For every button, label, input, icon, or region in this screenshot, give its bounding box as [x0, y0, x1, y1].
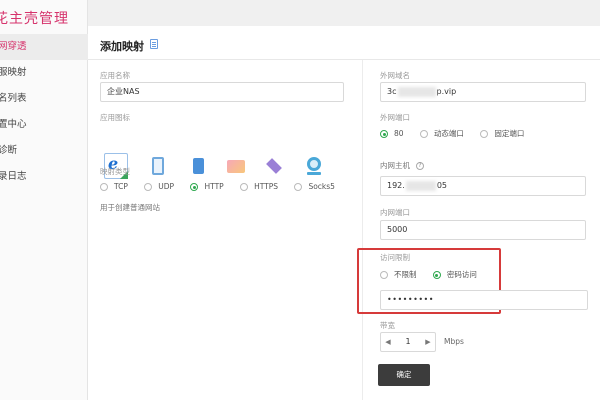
app-name-label: 应用名称	[100, 71, 130, 80]
host-suffix: 05	[436, 181, 447, 190]
radio-icon	[144, 183, 153, 191]
domain-label: 外网域名	[380, 71, 410, 80]
port-label: 固定端口	[494, 129, 525, 138]
app-icon-label: 应用图标	[100, 113, 130, 122]
decrement-button[interactable]: ◀	[381, 333, 395, 351]
help-icon[interactable]: ?	[416, 162, 424, 170]
radio-icon	[240, 183, 249, 191]
mapping-type-hint: 用于创建普通网站	[100, 203, 160, 212]
sidebar-item-label: 录日志	[0, 171, 27, 182]
inner-host-input[interactable]: 192. 05	[380, 176, 586, 196]
sidebar-item-settings[interactable]: 置中心	[0, 112, 88, 138]
sidebar-item-penetration[interactable]: 网穿透	[0, 34, 88, 60]
app-name-input[interactable]: 企业NAS	[100, 82, 344, 102]
type-label: HTTP	[204, 182, 224, 191]
port-label: 动态端口	[433, 129, 464, 138]
domain-suffix: p.vip	[436, 87, 457, 96]
external-port-label: 外网端口	[380, 113, 410, 122]
mapping-type-label: 映射类型	[100, 167, 130, 176]
port-option-dynamic[interactable]: 动态端口	[419, 128, 464, 139]
domain-input[interactable]: 3c p.vip	[380, 82, 586, 102]
page-title: 添加映射	[100, 40, 144, 53]
sidebar-nav: 网穿透 服映射 名列表 置中心 诊断 录日志	[0, 34, 88, 190]
external-port-group: 80 动态端口 固定端口	[380, 128, 538, 139]
sidebar: 花主壳管理 网穿透 服映射 名列表 置中心 诊断 录日志	[0, 0, 88, 400]
layers-icon[interactable]	[264, 155, 284, 177]
brand-title: 花主壳管理	[0, 11, 69, 27]
type-option-tcp[interactable]: TCP	[100, 182, 128, 191]
port-option-fixed[interactable]: 固定端口	[480, 128, 524, 139]
camera-icon[interactable]	[304, 155, 324, 177]
access-label: 密码访问	[446, 270, 477, 279]
type-option-udp[interactable]: UDP	[144, 182, 174, 191]
port-option-80[interactable]: 80	[380, 129, 404, 138]
confirm-button[interactable]: 确定	[378, 364, 430, 386]
card-header: 添加映射	[88, 26, 600, 60]
domain-prefix: 3c	[387, 87, 397, 96]
access-limit-group: 不限制 密码访问	[380, 269, 491, 280]
sidebar-item-label: 网穿透	[0, 41, 27, 52]
sidebar-item-label: 名列表	[0, 93, 27, 104]
inner-host-label: 内网主机?	[380, 160, 424, 171]
access-limit-label: 访问限制	[380, 253, 410, 262]
redacted-text	[397, 86, 436, 97]
radio-icon	[419, 130, 428, 138]
bandwidth-label: 带宽	[380, 321, 395, 330]
phone-icon[interactable]	[188, 155, 208, 177]
inner-host-label-text: 内网主机	[380, 161, 410, 170]
increment-button[interactable]: ▶	[421, 333, 435, 351]
sidebar-item-label: 服映射	[0, 67, 27, 78]
type-label: TCP	[114, 182, 128, 191]
access-option-password[interactable]: 密码访问	[432, 269, 477, 280]
column-divider	[362, 60, 363, 400]
radio-checked-icon	[380, 130, 388, 138]
bandwidth-stepper: ◀ 1 ▶	[380, 332, 436, 352]
radio-icon	[294, 183, 303, 191]
type-option-https[interactable]: HTTPS	[240, 182, 278, 191]
sidebar-item-domain-list[interactable]: 名列表	[0, 86, 88, 112]
bandwidth-value[interactable]: 1	[395, 333, 421, 351]
film-icon[interactable]	[226, 155, 246, 177]
inner-port-label: 内网端口	[380, 208, 410, 217]
type-option-socks5[interactable]: Socks5	[294, 182, 335, 191]
type-option-http[interactable]: HTTP	[190, 182, 224, 191]
sidebar-item-label: 诊断	[0, 145, 18, 156]
add-mapping-card: 添加映射 应用名称 企业NAS 应用图标 e 映射类型 TCP UDP HTTP…	[88, 26, 600, 400]
bandwidth-unit: Mbps	[444, 337, 464, 346]
access-option-unlimited[interactable]: 不限制	[380, 269, 417, 280]
access-label: 不限制	[394, 270, 417, 279]
inner-port-input[interactable]: 5000	[380, 220, 586, 240]
host-prefix: 192.	[387, 181, 405, 190]
sidebar-item-label: 置中心	[0, 119, 27, 130]
sidebar-item-mapping[interactable]: 服映射	[0, 60, 88, 86]
radio-icon	[380, 271, 388, 279]
port-label: 80	[394, 129, 404, 138]
radio-checked-icon	[190, 183, 199, 191]
radio-checked-icon	[432, 271, 441, 279]
password-input[interactable]: •••••••••	[380, 290, 588, 310]
type-label: HTTPS	[254, 182, 279, 191]
type-label: UDP	[158, 182, 175, 191]
tablet-icon[interactable]	[148, 155, 168, 177]
sidebar-item-logs[interactable]: 录日志	[0, 164, 88, 190]
document-icon[interactable]	[150, 39, 158, 49]
type-label: Socks5	[308, 182, 335, 191]
sidebar-item-diagnose[interactable]: 诊断	[0, 138, 88, 164]
redacted-text	[405, 180, 436, 191]
radio-icon	[100, 183, 108, 191]
mapping-type-group: TCP UDP HTTP HTTPS Socks5	[100, 182, 349, 191]
radio-icon	[480, 130, 489, 138]
